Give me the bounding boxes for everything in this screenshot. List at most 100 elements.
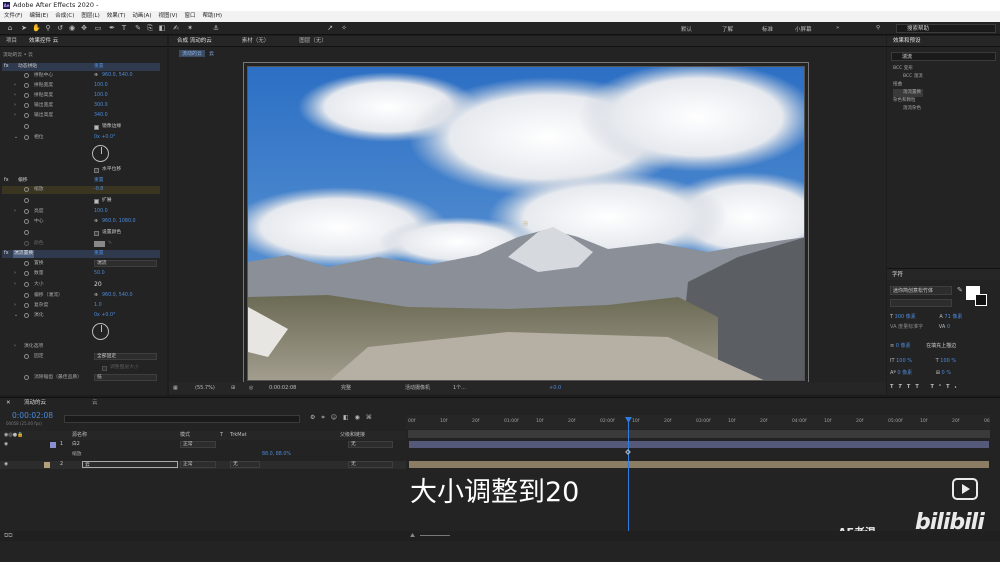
param-amount[interactable]: › 数量 50.0 [2,270,160,278]
tab-timeline-layer[interactable]: 云 [92,398,98,408]
workspace-small-screen[interactable]: 小屏幕 [795,25,812,33]
param-output-height[interactable]: › 输出高度 340.0 [2,112,160,120]
param-resize-layer[interactable]: 调整图层大小 [2,364,160,372]
tab-layer[interactable]: 图层（无） [299,36,327,46]
phase-dial[interactable] [92,145,109,162]
menu-window[interactable]: 窗口 [185,11,196,22]
effects-presets-title[interactable]: 效果和预设 [893,36,921,46]
menu-view[interactable]: 视图(V) [158,11,177,22]
clone-stamp-tool-icon[interactable]: ⎘ [146,24,154,32]
param-center[interactable]: 中心 ⊕ 960.0, 1080.0 [2,218,160,226]
eyedropper-icon[interactable]: ✎ [108,240,112,248]
param-tile-height[interactable]: › 拼贴高度 100.0 [2,92,160,100]
tab-footage[interactable]: 素材（无） [242,36,270,46]
col-t[interactable]: T [220,431,223,440]
exposure-value[interactable]: +0.0 [549,382,561,394]
menu-help[interactable]: 帮助(H) [203,11,222,22]
resolution-icon[interactable]: ⊞ [231,382,235,394]
rectangle-tool-icon[interactable]: ▭ [94,24,102,32]
color-swatch[interactable] [94,241,105,247]
layer-track-1[interactable] [409,441,989,448]
selection-tool-icon[interactable]: ➤ [20,24,28,32]
tree-item[interactable]: BCC 湍流 [893,73,923,81]
param-tile-center[interactable]: 拼贴中心 ⊕ 960.0, 540.0 [2,72,160,80]
param-scale[interactable]: 缩放 -0.8 [2,186,160,194]
param-phase[interactable]: ⌄ 相位 0x +0.0° [2,134,160,142]
tree-item[interactable]: 扭曲 [893,81,923,89]
leading-value[interactable]: 71 像素 [944,314,962,320]
stopwatch-icon[interactable] [24,230,29,235]
param-output-width[interactable]: › 输出宽度 300.0 [2,102,160,110]
menu-layer[interactable]: 图层(L) [81,11,99,22]
current-time[interactable]: 0:00:02:08 [269,382,296,394]
puppet-tool-icon[interactable]: ✶ [186,24,194,32]
stopwatch-icon[interactable] [24,219,29,224]
expand-checkbox[interactable] [94,198,99,204]
home-icon[interactable]: ⌂ [6,24,14,32]
displacement-dropdown[interactable]: 湍流 [94,260,157,267]
stroke-color-swatch[interactable] [975,294,987,306]
layer-parent-dropdown[interactable]: 无 [348,441,393,448]
stopwatch-icon[interactable] [24,293,29,298]
stopwatch-icon[interactable] [24,354,29,359]
timeline-switches-icons[interactable]: ⚙⌗☺◧◉⌘ [310,414,378,422]
kerning-row[interactable]: VA 度量标准字 VA 0 [890,323,950,330]
param-displacement[interactable]: 置换 湍流 [2,260,160,268]
property-value[interactable]: 88.0, 88.0% [262,451,291,459]
text-tool-icon[interactable]: T [120,24,128,32]
font-size-value[interactable]: 300 像素 [895,314,916,320]
stopwatch-icon[interactable] [24,113,29,118]
zoom-out-icon[interactable]: ⛰ [410,531,415,541]
workspace-default[interactable]: 默认 [681,25,692,33]
zoom-level[interactable]: (55.7%) [195,382,215,394]
vertical-scale-value[interactable]: 100 % [896,358,912,364]
effect-header-turbulent-displace[interactable]: fx 湍流置换 重置 [2,250,160,258]
character-panel-title[interactable]: 字符 [887,268,1000,280]
layer-mode-dropdown[interactable]: 正常 [180,441,216,448]
tab-composition[interactable]: 合成 流动的云 [177,36,212,46]
snapping-icon[interactable]: ✧ [340,24,348,32]
label-color[interactable] [44,462,50,468]
grid-icon[interactable]: ▦ [173,382,178,394]
workspace-more-icon[interactable]: » [836,25,839,31]
work-area-bar[interactable] [408,430,990,438]
breadcrumb-comp[interactable]: 流动的云 [179,50,206,57]
timeline-timecode[interactable]: 0:00:02:08 [12,411,53,420]
param-mirror-edges[interactable]: 镜像边缘 [2,123,160,131]
stroke-row[interactable]: ≡ 0 像素 在填充上描边 [890,342,956,349]
tab-project[interactable]: 项目 [6,36,17,46]
crosshair-icon[interactable]: ⊕ [94,218,98,226]
param-complexity[interactable]: › 复杂度 1.0 [2,302,160,310]
align-icon[interactable]: ↗ [326,24,334,32]
stopwatch-icon[interactable] [24,103,29,108]
playhead[interactable] [628,417,629,532]
camera-dropdown[interactable]: 活动摄像机 [405,382,430,394]
layer-track-2[interactable] [409,461,989,468]
param-pinning[interactable]: 固定 全部固定 [2,353,160,361]
stopwatch-icon[interactable] [24,375,29,380]
stopwatch-icon[interactable] [24,73,29,78]
param-evolution-options[interactable]: › 演化选项 [2,343,160,351]
stroke-type-dropdown[interactable]: 在填充上描边 [926,343,956,349]
crosshair-icon[interactable]: ⊕ [94,292,98,300]
roto-brush-tool-icon[interactable]: ✍ [172,24,180,32]
param-set-color[interactable]: 设置颜色 [2,229,160,237]
param-size[interactable]: › 大小 20 [2,281,160,289]
evolution-dial[interactable] [92,323,109,340]
breadcrumb-layer[interactable]: 云 [209,50,214,57]
param-brightness[interactable]: › 亮度 100.0 [2,208,160,216]
horizontal-scale-value[interactable]: 100 % [940,358,956,364]
label-color[interactable] [50,442,56,448]
param-expand[interactable]: 扩展 [2,197,160,205]
text-style-buttons[interactable]: TTTT T¹T₁ [890,384,962,390]
stopwatch-icon[interactable] [24,187,29,192]
stopwatch-icon[interactable] [24,282,29,287]
eye-icon[interactable]: ◉ [4,441,8,449]
layer-trkmat-dropdown[interactable]: 无 [230,461,260,468]
font-family-dropdown[interactable]: 迷你简创意松竹体 [890,286,952,295]
param-offset-turbulence[interactable]: 偏移（湍流） ⊕ 960.0, 540.0 [2,292,160,300]
table-row[interactable]: ◉ 1 白2 正常 无 [0,441,406,449]
mirror-edges-checkbox[interactable] [94,124,99,130]
render-icon[interactable]: ⧉⧉ [4,531,13,541]
stopwatch-icon[interactable] [24,93,29,98]
